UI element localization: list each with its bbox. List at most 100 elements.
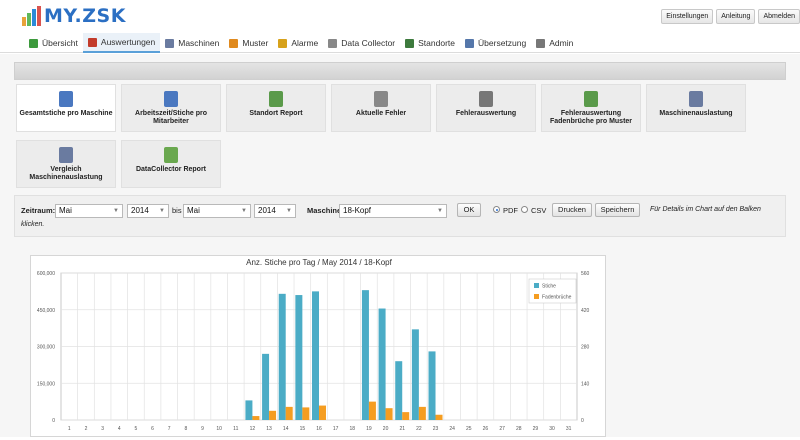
- nav-item-label: Übersetzung: [478, 38, 527, 48]
- fadenbrueche-bar[interactable]: [402, 412, 410, 420]
- top-bar: MY.ZSK Einstellungen Anleitung Abmelden: [0, 0, 800, 33]
- fadenbrueche-bar[interactable]: [252, 416, 260, 420]
- report-tile[interactable]: Fehlerauswertung: [436, 84, 536, 132]
- x-tick-label: 16: [316, 426, 322, 432]
- nav-menu: Übersicht Auswertungen Maschinen Muster Alar…: [24, 33, 578, 53]
- save-button[interactable]: Speichern: [595, 203, 640, 217]
- filter-panel: Zeitraum: Mai ▼ 2014 ▼ bis Mai ▼ 2014 ▼ Masc…: [14, 195, 786, 237]
- chart-title: Anz. Stiche pro Tag / May 2014 / 18-Kopf: [246, 258, 392, 267]
- stiche-bar[interactable]: [428, 351, 436, 420]
- x-tick-label: 1: [68, 426, 71, 432]
- fadenbrueche-bar[interactable]: [368, 401, 376, 420]
- from-year-select[interactable]: 2014 ▼: [127, 204, 169, 218]
- logo-bar: [27, 13, 31, 26]
- report-tile[interactable]: Fehlerauswertung Fadenbrüche pro Muster: [541, 84, 641, 132]
- fadenbrueche-bar[interactable]: [418, 406, 426, 420]
- logo-bar: [37, 6, 41, 26]
- nav-item-label: Übersicht: [42, 38, 78, 48]
- chart-hint-line1: Für Details im Chart auf den Balken: [650, 206, 761, 213]
- edit-report-icon: [269, 91, 283, 107]
- y-left-tick-label: 0: [52, 418, 55, 424]
- chart-container: Anz. Stiche pro Tag / May 2014 / 18-Kopf…: [30, 255, 606, 437]
- report-tile[interactable]: Aktuelle Fehler: [331, 84, 431, 132]
- x-tick-label: 10: [216, 426, 222, 432]
- nav-item-übersetzung[interactable]: Übersetzung: [460, 33, 531, 53]
- stiche-bar[interactable]: [411, 329, 419, 420]
- y-right-tick-label: 280: [581, 345, 590, 351]
- fadenbrueche-bar[interactable]: [435, 414, 443, 420]
- ok-button[interactable]: OK: [457, 203, 481, 217]
- stiche-bar[interactable]: [262, 353, 270, 420]
- x-tick-label: 26: [483, 426, 489, 432]
- stiche-bar[interactable]: [245, 400, 253, 420]
- nav-item-übersicht[interactable]: Übersicht: [24, 33, 83, 53]
- gear-icon: [536, 38, 546, 48]
- until-label: bis: [172, 206, 182, 215]
- csv-radio[interactable]: [521, 206, 528, 213]
- nav-item-label: Muster: [242, 38, 269, 48]
- x-tick-label: 18: [350, 426, 356, 432]
- nav-item-label: Auswertungen: [100, 37, 156, 47]
- logout-button[interactable]: Abmelden: [758, 9, 800, 24]
- logo-text: MY.ZSK: [44, 5, 126, 27]
- report-tile[interactable]: Arbeitszeit/Stiche pro Mitarbeiter: [121, 84, 221, 132]
- manual-button[interactable]: Anleitung: [716, 9, 756, 24]
- logo-bar: [22, 17, 26, 26]
- stiche-bar[interactable]: [312, 291, 319, 420]
- fadenbrueche-bar[interactable]: [302, 407, 310, 420]
- nav-item-label: Data Collector: [341, 38, 396, 48]
- stiche-bar[interactable]: [395, 361, 403, 420]
- report-tile-label: Arbeitszeit/Stiche pro Mitarbeiter: [135, 110, 207, 125]
- x-tick-label: 6: [151, 426, 154, 432]
- nav-item-alarme[interactable]: Alarme: [273, 33, 323, 53]
- machine-icon: [165, 38, 175, 48]
- report-tile[interactable]: Maschinenauslastung: [646, 84, 746, 132]
- stiche-bar[interactable]: [295, 295, 303, 420]
- to-month-select[interactable]: Mai ▼: [183, 204, 251, 218]
- chart-hint-line2: klicken.: [21, 221, 45, 228]
- report-tile[interactable]: Standort Report: [226, 84, 326, 132]
- report-tile[interactable]: Gesamtstiche pro Maschine: [16, 84, 116, 132]
- user-document-icon: [164, 91, 178, 107]
- from-year-value: 2014: [131, 206, 149, 215]
- legend-swatch: [534, 283, 539, 288]
- nav-item-admin[interactable]: Admin: [531, 33, 578, 53]
- x-tick-label: 12: [250, 426, 256, 432]
- report-tile-label: Fehlerauswertung: [455, 110, 517, 117]
- nav-item-auswertungen[interactable]: Auswertungen: [82, 33, 161, 53]
- stiche-bar[interactable]: [278, 293, 286, 420]
- to-month-value: Mai: [187, 206, 200, 215]
- fadenbrueche-bar[interactable]: [319, 405, 326, 420]
- x-tick-label: 30: [549, 426, 555, 432]
- print-button[interactable]: Drucken: [552, 203, 592, 217]
- settings-button[interactable]: Einstellungen: [661, 9, 714, 24]
- report-tile-label: Gesamtstiche pro Maschine: [19, 110, 113, 117]
- report-tile[interactable]: DataCollector Report: [121, 140, 221, 188]
- nav-item-data-collector[interactable]: Data Collector: [323, 33, 400, 53]
- fadenbrueche-bar[interactable]: [285, 406, 293, 420]
- legend-label: Stiche: [542, 284, 556, 290]
- pdf-radio[interactable]: [493, 206, 500, 213]
- nav-item-standorte[interactable]: Standorte: [400, 33, 460, 53]
- fadenbrueche-bar[interactable]: [385, 408, 393, 420]
- database-icon: [164, 147, 178, 163]
- chevron-down-icon: ▼: [286, 208, 292, 214]
- stiche-bar[interactable]: [361, 290, 369, 420]
- nav-item-maschinen[interactable]: Maschinen: [160, 33, 224, 53]
- image-warning-icon: [584, 91, 598, 107]
- nav-item-muster[interactable]: Muster: [224, 33, 273, 53]
- machine-select[interactable]: 18-Kopf ▼: [339, 204, 447, 218]
- report-tile[interactable]: Vergleich Maschinenauslastung: [16, 140, 116, 188]
- x-tick-label: 31: [566, 426, 572, 432]
- fadenbrueche-bar[interactable]: [269, 410, 277, 420]
- nav-item-label: Alarme: [291, 38, 319, 48]
- x-tick-label: 29: [533, 426, 539, 432]
- x-tick-label: 7: [168, 426, 171, 432]
- from-month-select[interactable]: Mai ▼: [55, 204, 123, 218]
- x-tick-label: 20: [383, 426, 389, 432]
- app-logo[interactable]: MY.ZSK: [22, 6, 126, 26]
- to-year-select[interactable]: 2014 ▼: [254, 204, 296, 218]
- stiche-bar[interactable]: [378, 308, 386, 420]
- x-tick-label: 11: [233, 426, 238, 432]
- nav-item-label: Maschinen: [178, 38, 220, 48]
